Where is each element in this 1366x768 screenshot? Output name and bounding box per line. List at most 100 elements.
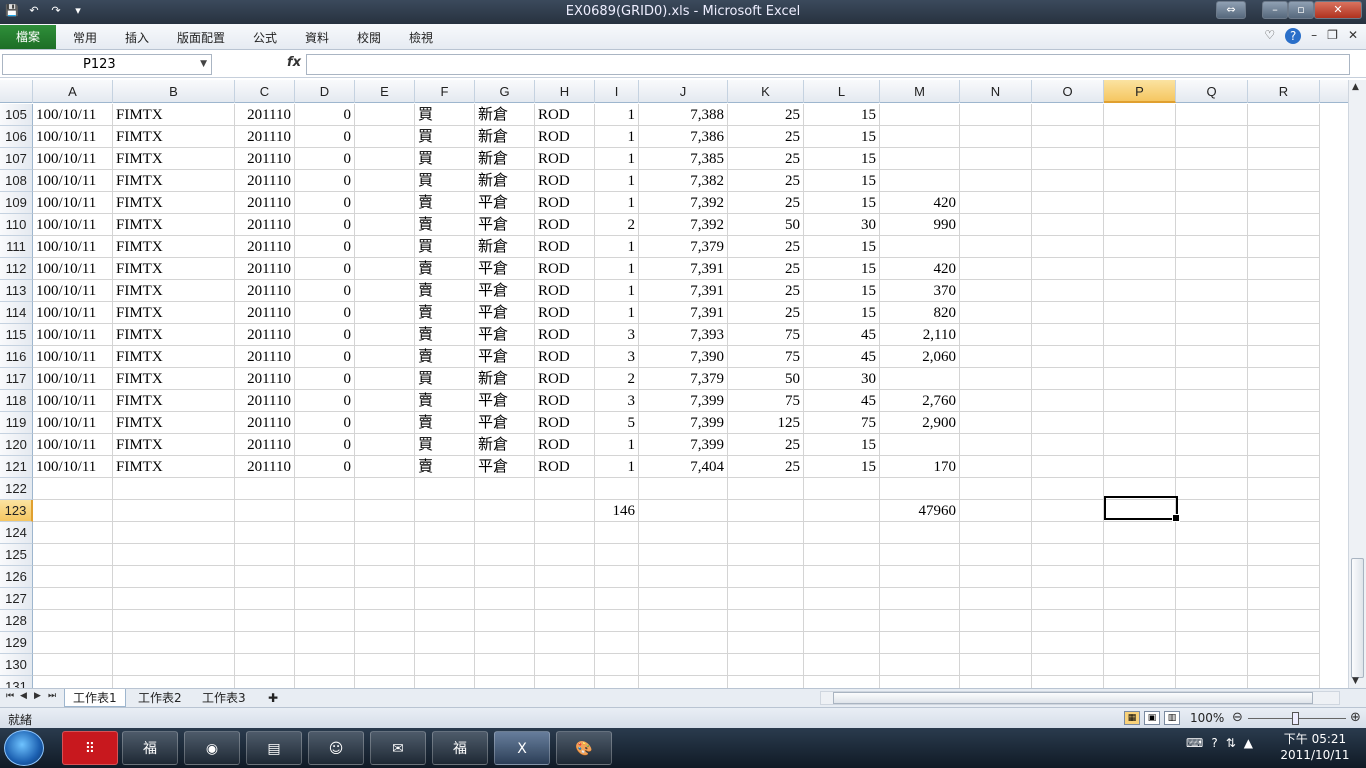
cell-b[interactable] [113,522,235,544]
cell-q[interactable] [1176,412,1248,434]
cell-f[interactable]: 賣 [415,258,475,280]
cell-k[interactable] [728,654,804,676]
page-break-view-icon[interactable]: ▥ [1164,711,1180,725]
cell-q[interactable] [1176,368,1248,390]
cell-b[interactable]: FIMTX [113,258,235,280]
cell-r[interactable] [1248,632,1320,654]
cell-n[interactable] [960,346,1032,368]
cell-b[interactable]: FIMTX [113,412,235,434]
cell-f[interactable] [415,478,475,500]
cell-g[interactable] [475,478,535,500]
cell-p[interactable] [1104,126,1176,148]
cell-e[interactable] [355,632,415,654]
cell-f[interactable]: 賣 [415,390,475,412]
cell-q[interactable] [1176,588,1248,610]
cell-r[interactable] [1248,302,1320,324]
cell-e[interactable] [355,214,415,236]
prev-sheet-icon[interactable]: ◀ [20,691,27,701]
column-header-m[interactable]: M [880,80,960,103]
cell-b[interactable]: FIMTX [113,434,235,456]
cell-e[interactable] [355,522,415,544]
messenger-icon[interactable]: ☺ [308,731,364,765]
cell-p[interactable] [1104,632,1176,654]
column-header-k[interactable]: K [728,80,804,103]
cell-r[interactable] [1248,390,1320,412]
cell-b[interactable]: FIMTX [113,324,235,346]
cell-o[interactable] [1032,412,1104,434]
cell-h[interactable]: ROD [535,368,595,390]
row-header[interactable]: 115 [0,324,33,346]
cell-r[interactable] [1248,522,1320,544]
cell-o[interactable] [1032,588,1104,610]
cell-i[interactable] [595,632,639,654]
cell-j[interactable]: 7,399 [639,390,728,412]
cell-j[interactable] [639,478,728,500]
cell-f[interactable] [415,588,475,610]
cell-d[interactable] [295,610,355,632]
cell-b[interactable]: FIMTX [113,456,235,478]
cell-c[interactable]: 201110 [235,324,295,346]
cell-a[interactable]: 100/10/11 [33,456,113,478]
cell-m[interactable] [880,368,960,390]
cell-c[interactable]: 201110 [235,214,295,236]
cell-r[interactable] [1248,544,1320,566]
cell-p[interactable] [1104,610,1176,632]
cell-m[interactable]: 47960 [880,500,960,522]
sheet-tab-3[interactable]: 工作表3 [194,689,254,707]
cell-o[interactable] [1032,280,1104,302]
cell-b[interactable] [113,654,235,676]
cell-i[interactable]: 3 [595,390,639,412]
cell-h[interactable] [535,500,595,522]
cell-d[interactable] [295,522,355,544]
cell-g[interactable]: 新倉 [475,434,535,456]
cell-p[interactable] [1104,434,1176,456]
cell-a[interactable]: 100/10/11 [33,236,113,258]
cell-n[interactable] [960,214,1032,236]
cell-m[interactable] [880,236,960,258]
cell-q[interactable] [1176,346,1248,368]
cell-b[interactable] [113,544,235,566]
tab-view[interactable]: 檢視 [409,29,433,46]
cell-o[interactable] [1032,676,1104,688]
cell-r[interactable] [1248,324,1320,346]
cell-q[interactable] [1176,148,1248,170]
cell-f[interactable]: 買 [415,126,475,148]
cell-o[interactable] [1032,324,1104,346]
cell-m[interactable] [880,170,960,192]
cell-b[interactable] [113,632,235,654]
cell-l[interactable]: 15 [804,434,880,456]
cell-r[interactable] [1248,610,1320,632]
cell-m[interactable] [880,104,960,126]
cell-l[interactable] [804,566,880,588]
cell-k[interactable]: 25 [728,192,804,214]
cell-h[interactable] [535,522,595,544]
cell-n[interactable] [960,368,1032,390]
cell-h[interactable]: ROD [535,192,595,214]
cell-o[interactable] [1032,500,1104,522]
cell-r[interactable] [1248,280,1320,302]
help-tray-icon[interactable]: ? [1211,736,1217,750]
cell-n[interactable] [960,148,1032,170]
cell-n[interactable] [960,676,1032,688]
vertical-scrollbar[interactable]: ▲ ▼ [1348,80,1366,688]
cell-a[interactable] [33,478,113,500]
cell-a[interactable] [33,500,113,522]
cell-a[interactable] [33,566,113,588]
cell-e[interactable] [355,390,415,412]
cell-b[interactable]: FIMTX [113,302,235,324]
horizontal-scroll-thumb[interactable] [833,692,1313,704]
doc-minimize-icon[interactable]: – [1311,28,1317,44]
cell-c[interactable] [235,676,295,688]
cell-r[interactable] [1248,236,1320,258]
row-header[interactable]: 126 [0,566,33,588]
cell-d[interactable] [295,544,355,566]
cell-d[interactable]: 0 [295,302,355,324]
cell-d[interactable]: 0 [295,192,355,214]
row-header[interactable]: 105 [0,104,33,126]
cell-q[interactable] [1176,632,1248,654]
cell-b[interactable]: FIMTX [113,148,235,170]
cell-e[interactable] [355,610,415,632]
cell-c[interactable]: 201110 [235,456,295,478]
cell-a[interactable]: 100/10/11 [33,258,113,280]
cell-f[interactable] [415,632,475,654]
